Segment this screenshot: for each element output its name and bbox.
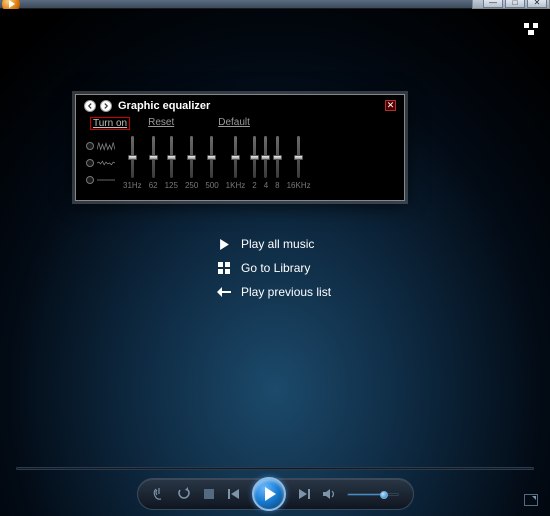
window-titlebar: — □ ✕ xyxy=(0,0,550,9)
eq-band-label: 31Hz xyxy=(123,181,142,190)
eq-band: 8 xyxy=(275,136,279,190)
eq-band-label: 125 xyxy=(165,181,178,190)
eq-band: 62 xyxy=(149,136,158,190)
enhancements-button[interactable] xyxy=(152,487,166,501)
menu-label: Go to Library xyxy=(241,261,310,275)
back-arrow-icon xyxy=(217,287,231,297)
eq-slider[interactable] xyxy=(131,136,134,178)
eq-band-label: 1KHz xyxy=(226,181,246,190)
eq-band-label: 8 xyxy=(275,181,279,190)
equalizer-header: Graphic equalizer ✕ xyxy=(84,100,396,112)
eq-slider[interactable] xyxy=(253,136,256,178)
eq-slider[interactable] xyxy=(264,136,267,178)
equalizer-presets xyxy=(86,136,115,190)
play-pause-button[interactable] xyxy=(252,477,286,511)
menu-label: Play all music xyxy=(241,237,314,251)
eq-slider[interactable] xyxy=(152,136,155,178)
center-menu: Play all music Go to Library Play previo… xyxy=(217,237,331,299)
go-to-library-item[interactable]: Go to Library xyxy=(217,261,331,275)
eq-band-label: 2 xyxy=(252,181,256,190)
equalizer-turn-on-link[interactable]: Turn on xyxy=(90,117,130,130)
equalizer-next-button[interactable] xyxy=(100,100,112,112)
play-previous-list-item[interactable]: Play previous list xyxy=(217,285,331,299)
eq-band-label: 250 xyxy=(185,181,198,190)
eq-slider[interactable] xyxy=(276,136,279,178)
eq-band-label: 500 xyxy=(205,181,218,190)
play-all-music-item[interactable]: Play all music xyxy=(217,237,331,251)
switch-to-library-icon[interactable] xyxy=(524,23,538,35)
equalizer-link-row: Turn on Reset Default xyxy=(84,115,396,134)
volume-slider[interactable] xyxy=(347,493,399,496)
eq-band: 4 xyxy=(264,136,268,190)
window-close-button[interactable]: ✕ xyxy=(527,0,547,8)
seek-bar[interactable] xyxy=(16,467,534,472)
radio-icon xyxy=(86,176,94,184)
minimize-button[interactable]: — xyxy=(483,0,503,8)
radio-icon xyxy=(86,159,94,167)
eq-band-label: 16KHz xyxy=(287,181,311,190)
next-track-button[interactable] xyxy=(297,487,311,501)
eq-band-label: 62 xyxy=(149,181,158,190)
shuffle-repeat-button[interactable] xyxy=(177,487,191,501)
eq-band: 31Hz xyxy=(123,136,142,190)
preset-option[interactable] xyxy=(86,174,115,186)
radio-icon xyxy=(86,142,94,150)
play-icon xyxy=(217,239,231,250)
eq-band-label: 4 xyxy=(264,181,268,190)
eq-band: 125 xyxy=(165,136,178,190)
mute-button[interactable] xyxy=(322,487,336,501)
eq-slider[interactable] xyxy=(234,136,237,178)
equalizer-prev-button[interactable] xyxy=(84,100,96,112)
equalizer-title: Graphic equalizer xyxy=(118,100,210,112)
preset-wave-icon xyxy=(97,157,115,169)
preset-option[interactable] xyxy=(86,157,115,169)
fullscreen-button[interactable] xyxy=(524,494,538,506)
library-icon xyxy=(217,262,231,274)
stop-button[interactable] xyxy=(202,487,216,501)
preset-option[interactable] xyxy=(86,140,115,152)
equalizer-sliders: 31Hz 62 125 250 500 1KHz 248 16KHz xyxy=(123,136,311,190)
window-controls: — □ ✕ xyxy=(472,0,550,9)
equalizer-close-button[interactable]: ✕ xyxy=(385,100,396,111)
graphic-equalizer-panel: Graphic equalizer ✕ Turn on Reset Defaul… xyxy=(75,94,405,201)
eq-band: 250 xyxy=(185,136,198,190)
maximize-button[interactable]: □ xyxy=(505,0,525,8)
eq-slider[interactable] xyxy=(297,136,300,178)
eq-slider[interactable] xyxy=(170,136,173,178)
eq-slider[interactable] xyxy=(190,136,193,178)
equalizer-reset-link[interactable]: Reset xyxy=(148,117,174,130)
equalizer-default-link[interactable]: Default xyxy=(218,117,250,130)
eq-band: 2 xyxy=(252,136,256,190)
eq-band: 1KHz xyxy=(226,136,246,190)
now-playing-stage: Graphic equalizer ✕ Turn on Reset Defaul… xyxy=(0,9,550,516)
eq-slider[interactable] xyxy=(210,136,213,178)
previous-track-button[interactable] xyxy=(227,487,241,501)
preset-wave-icon xyxy=(97,140,115,152)
preset-wave-icon xyxy=(97,174,115,186)
transport-bar xyxy=(0,478,550,510)
eq-band: 500 xyxy=(205,136,218,190)
menu-label: Play previous list xyxy=(241,285,331,299)
eq-band: 16KHz xyxy=(287,136,311,190)
